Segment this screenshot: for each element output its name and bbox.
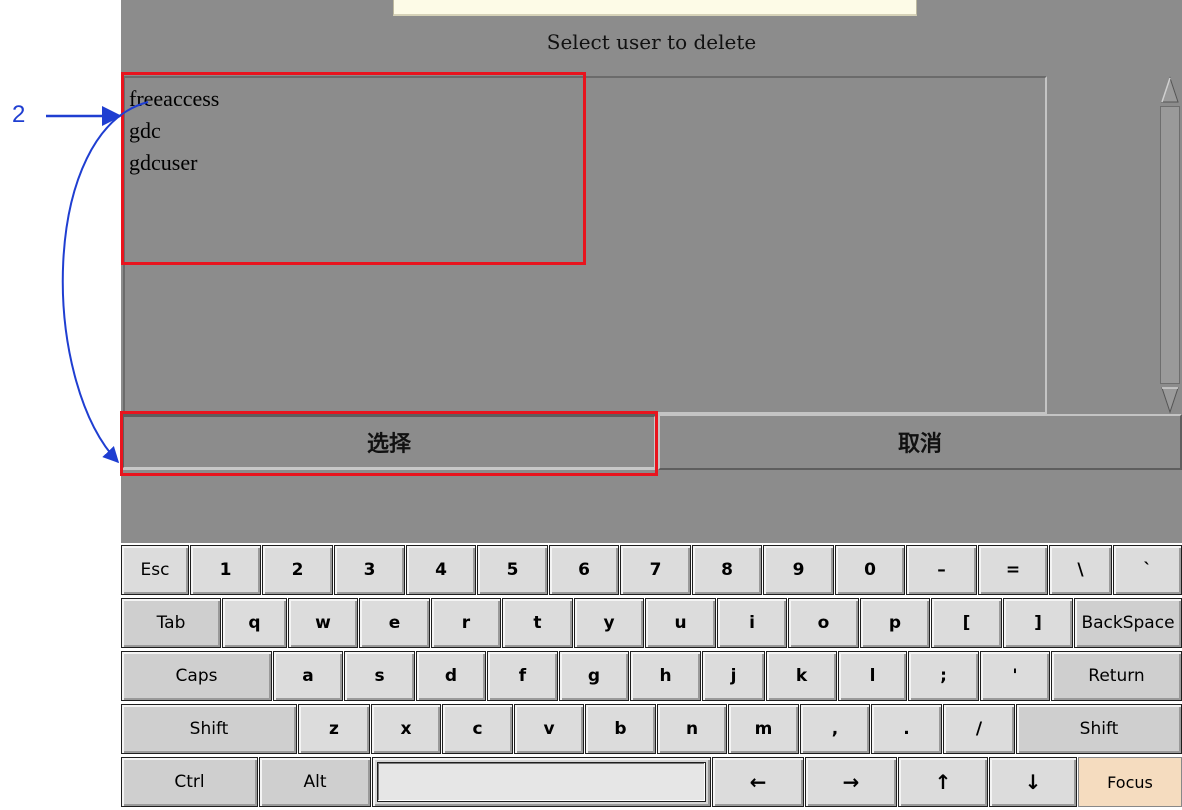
key-equals[interactable]: =	[978, 545, 1048, 595]
key-u[interactable]: u	[645, 598, 716, 648]
key-arrow-left[interactable]: ←	[712, 757, 804, 807]
key-h[interactable]: h	[630, 651, 701, 701]
dialog-title: Select user to delete	[546, 30, 757, 54]
keyboard-row-3: Caps a s d f g h j k l ; ' Return	[121, 649, 1182, 703]
key-1[interactable]: 1	[190, 545, 261, 595]
key-s[interactable]: s	[344, 651, 415, 701]
keyboard-row-4: Shift z x c v b n m , . / Shift	[121, 702, 1182, 756]
key-g[interactable]: g	[559, 651, 629, 701]
key-focus[interactable]: Focus	[1078, 757, 1182, 807]
key-backspace[interactable]: BackSpace	[1074, 598, 1182, 648]
user-listbox[interactable]: freeaccess gdc gdcuser	[123, 76, 1047, 414]
key-shift-right[interactable]: Shift	[1016, 704, 1182, 754]
key-o[interactable]: o	[788, 598, 859, 648]
annotation-step-label: 2	[12, 101, 26, 128]
key-space[interactable]	[372, 757, 711, 807]
key-4[interactable]: 4	[406, 545, 476, 595]
select-button[interactable]: 选择	[121, 414, 657, 470]
key-e[interactable]: e	[359, 598, 430, 648]
key-arrow-down[interactable]: ↓	[989, 757, 1077, 807]
space-bar-inner	[377, 762, 706, 802]
key-k[interactable]: k	[766, 651, 837, 701]
key-b[interactable]: b	[585, 704, 656, 754]
scroll-down-arrow-icon[interactable]	[1160, 386, 1180, 414]
key-m[interactable]: m	[728, 704, 799, 754]
key-n[interactable]: n	[657, 704, 727, 754]
key-i[interactable]: i	[717, 598, 787, 648]
key-y[interactable]: y	[574, 598, 644, 648]
key-9[interactable]: 9	[763, 545, 834, 595]
key-j[interactable]: j	[702, 651, 765, 701]
scroll-track[interactable]	[1160, 106, 1180, 384]
key-v[interactable]: v	[514, 704, 584, 754]
key-comma[interactable]: ,	[800, 704, 870, 754]
key-minus[interactable]: –	[906, 545, 977, 595]
keyboard-row-5: Ctrl Alt ← → ↑ ↓ Focus	[121, 755, 1182, 809]
key-a[interactable]: a	[273, 651, 343, 701]
key-2[interactable]: 2	[262, 545, 333, 595]
key-left-bracket[interactable]: [	[931, 598, 1002, 648]
key-slash[interactable]: /	[943, 704, 1015, 754]
keyboard-row-2: Tab q w e r t y u i o p [ ] BackSpace	[121, 596, 1182, 650]
key-alt[interactable]: Alt	[259, 757, 371, 807]
key-6[interactable]: 6	[549, 545, 619, 595]
key-t[interactable]: t	[502, 598, 573, 648]
key-5[interactable]: 5	[477, 545, 548, 595]
key-l[interactable]: l	[838, 651, 907, 701]
key-arrow-right[interactable]: →	[805, 757, 897, 807]
key-semicolon[interactable]: ;	[908, 651, 979, 701]
key-return[interactable]: Return	[1051, 651, 1182, 701]
scroll-up-arrow-icon[interactable]	[1160, 76, 1180, 104]
key-backslash[interactable]: \	[1049, 545, 1112, 595]
key-p[interactable]: p	[860, 598, 930, 648]
key-esc[interactable]: Esc	[121, 545, 189, 595]
key-arrow-up[interactable]: ↑	[898, 757, 988, 807]
key-backtick[interactable]: `	[1113, 545, 1182, 595]
key-caps[interactable]: Caps	[121, 651, 272, 701]
key-7[interactable]: 7	[620, 545, 691, 595]
key-right-bracket[interactable]: ]	[1003, 598, 1073, 648]
key-ctrl[interactable]: Ctrl	[121, 757, 258, 807]
key-tab[interactable]: Tab	[121, 598, 221, 648]
key-x[interactable]: x	[371, 704, 441, 754]
key-z[interactable]: z	[298, 704, 370, 754]
key-f[interactable]: f	[487, 651, 558, 701]
keyboard-row-1: Esc 1 2 3 4 5 6 7 8 9 0 – = \ `	[121, 543, 1182, 597]
key-period[interactable]: .	[871, 704, 942, 754]
list-item[interactable]: gdcuser	[129, 150, 197, 176]
key-d[interactable]: d	[416, 651, 486, 701]
cancel-button[interactable]: 取消	[658, 414, 1182, 470]
key-0[interactable]: 0	[835, 545, 905, 595]
list-scrollbar[interactable]	[1158, 76, 1182, 414]
key-8[interactable]: 8	[692, 545, 762, 595]
list-item[interactable]: gdc	[129, 118, 161, 144]
key-w[interactable]: w	[288, 598, 358, 648]
key-c[interactable]: c	[442, 704, 513, 754]
on-screen-keyboard: Esc 1 2 3 4 5 6 7 8 9 0 – = \ ` Tab q w …	[121, 543, 1182, 810]
list-item[interactable]: freeaccess	[129, 86, 219, 112]
top-input-strip	[393, 0, 917, 16]
key-r[interactable]: r	[431, 598, 501, 648]
key-quote[interactable]: '	[980, 651, 1050, 701]
key-shift-left[interactable]: Shift	[121, 704, 297, 754]
key-q[interactable]: q	[222, 598, 287, 648]
dialog-screen: Select user to delete freeaccess gdc gdc…	[121, 0, 1182, 810]
key-3[interactable]: 3	[334, 545, 405, 595]
